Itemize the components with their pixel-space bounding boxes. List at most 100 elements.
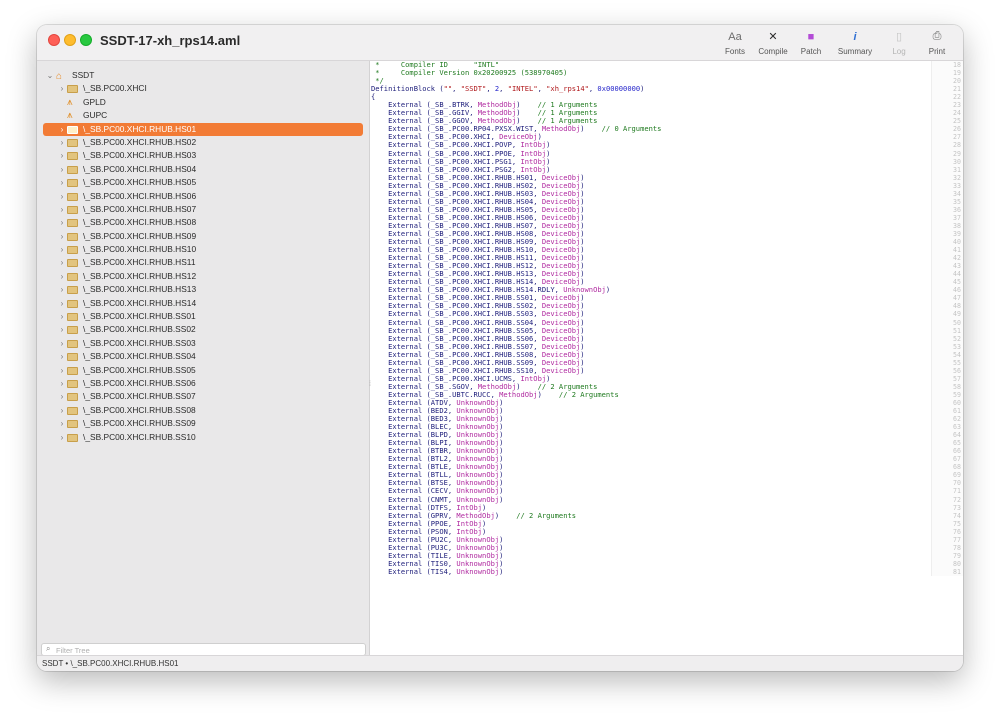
toolbar-log-button[interactable]: ▯ Log [881, 28, 917, 56]
minimize-window-button[interactable] [64, 34, 76, 46]
tree-item[interactable]: › \_SB.PC00.XHCI.RHUB.SS09 [37, 417, 370, 430]
toolbar-print-button[interactable]: ⎙ Print [919, 28, 955, 56]
tree-item[interactable]: ⩚ GPLD [37, 96, 370, 109]
tree-item[interactable]: › \_SB.PC00.XHCI.RHUB.SS04 [37, 350, 370, 363]
tree-item-label: \_SB.PC00.XHCI.RHUB.HS10 [83, 244, 197, 255]
tree-item[interactable]: › \_SB.PC00.XHCI.RHUB.HS04 [37, 163, 370, 176]
code-line[interactable]: External (TIS4, UnknownObj) [371, 566, 931, 576]
chevron-right-icon[interactable]: › [58, 216, 66, 229]
tree-item[interactable]: › \_SB.PC00.XHCI.RHUB.HS12 [37, 270, 370, 283]
code-text[interactable]: * Compiler ID "INTL" * Compiler Version … [371, 61, 931, 576]
tree-item-label: \_SB.PC00.XHCI.RHUB.HS05 [83, 177, 197, 188]
line-number: 76 [953, 527, 961, 536]
code-line[interactable]: * Compiler Version 0x20200925 (538970405… [371, 69, 931, 77]
tree-item-label: \_SB.PC00.XHCI.RHUB.SS02 [83, 324, 196, 335]
tree-item[interactable]: › \_SB.PC00.XHCI.RHUB.HS09 [37, 230, 370, 243]
chevron-right-icon[interactable]: › [58, 270, 66, 283]
tree-item[interactable]: › \_SB.PC00.XHCI.RHUB.SS02 [37, 323, 370, 336]
tree-item[interactable]: › \_SB.PC00.XHCI.RHUB.SS08 [37, 404, 370, 417]
chevron-right-icon[interactable]: › [58, 190, 66, 203]
device-folder-icon [67, 379, 78, 388]
chevron-right-icon[interactable]: › [58, 350, 66, 363]
line-number: 25 [953, 117, 961, 126]
chevron-right-icon[interactable]: › [58, 431, 66, 444]
chevron-right-icon[interactable]: › [58, 82, 66, 95]
close-window-button[interactable] [48, 34, 60, 46]
tree-item-label: GUPC [83, 110, 108, 121]
line-number: 57 [953, 374, 961, 383]
chevron-right-icon[interactable]: › [58, 149, 66, 162]
tree-item[interactable]: › \_SB.PC00.XHCI.RHUB.SS05 [37, 364, 370, 377]
tree-item-label: \_SB.PC00.XHCI.RHUB.SS08 [83, 404, 196, 415]
tree-item[interactable]: › \_SB.PC00.XHCI.RHUB.SS07 [37, 390, 370, 403]
code-token: ) [580, 365, 585, 375]
outline-tree[interactable]: ⌄ ⌂ SSDT › \_SB.PC00.XHCI ⩚ GPLD ⩚ GUPC › \_SB.… [37, 69, 370, 444]
tree-item[interactable]: › \_SB.PC00.XHCI.RHUB.HS05 [37, 176, 370, 189]
line-number: 55 [953, 358, 961, 367]
tree-item[interactable]: › \_SB.PC00.XHCI.RHUB.HS13 [37, 283, 370, 296]
zoom-window-button[interactable] [80, 34, 92, 46]
line-number: 61 [953, 407, 961, 416]
line-number: 22 [953, 93, 961, 102]
tree-item-selected[interactable]: › \_SB.PC00.XHCI.RHUB.HS01 [43, 122, 363, 136]
tree-item[interactable]: › \_SB.PC00.XHCI.RHUB.HS14 [37, 297, 370, 310]
chevron-right-icon[interactable]: › [58, 203, 66, 216]
chevron-right-icon[interactable]: › [58, 256, 66, 269]
code-token: // 2 Arguments [558, 389, 619, 399]
code-editor[interactable]: * Compiler ID "INTL" * Compiler Version … [371, 61, 963, 655]
status-path: SSDT • \_SB.PC00.XHCI.RHUB.HS01 [42, 659, 179, 668]
device-folder-icon [67, 165, 78, 174]
chevron-right-icon[interactable]: › [58, 323, 66, 336]
tree-item[interactable]: › \_SB.PC00.XHCI.RHUB.HS07 [37, 203, 370, 216]
chevron-right-icon[interactable]: › [58, 123, 66, 136]
tree-item-label: \_SB.PC00.XHCI.RHUB.SS03 [83, 337, 196, 348]
toolbar-patch-button[interactable]: ■ Patch [793, 28, 829, 57]
tree-item[interactable]: › \_SB.PC00.XHCI.RHUB.SS10 [37, 431, 370, 444]
code-token: "INTEL" [507, 84, 538, 94]
chevron-right-icon[interactable]: › [58, 337, 66, 350]
tree-item-label: \_SB.PC00.XHCI.RHUB.HS08 [83, 217, 197, 228]
chevron-right-icon[interactable]: › [58, 364, 66, 377]
code-token: UnknownObj [456, 566, 500, 576]
chevron-right-icon[interactable]: › [58, 230, 66, 243]
tree-item-label: \_SB.PC00.XHCI.RHUB.HS01 [83, 123, 197, 134]
chevron-right-icon[interactable]: › [58, 417, 66, 430]
tree-item[interactable]: › \_SB.PC00.XHCI.RHUB.HS10 [37, 243, 370, 256]
line-number: 34 [953, 189, 961, 198]
toolbar-label: Print [928, 47, 946, 56]
tree-item[interactable]: › \_SB.PC00.XHCI [37, 82, 370, 95]
chevron-right-icon[interactable]: › [58, 163, 66, 176]
tree-root-ssdt[interactable]: ⌄ ⌂ SSDT [37, 69, 370, 82]
toolbar-summary-button[interactable]: i Summary [831, 28, 879, 57]
tree-item[interactable]: ⩚ GUPC [37, 109, 370, 122]
tree-item[interactable]: › \_SB.PC00.XHCI.RHUB.HS02 [37, 136, 370, 149]
code-token: * Compiler Version 0x20200925 (538970405… [371, 68, 568, 78]
chevron-right-icon[interactable]: › [58, 404, 66, 417]
tree-item-label: \_SB.PC00.XHCI.RHUB.SS09 [83, 418, 196, 429]
chevron-right-icon[interactable]: › [58, 390, 66, 403]
tree-item[interactable]: › \_SB.PC00.XHCI.RHUB.HS06 [37, 190, 370, 203]
filter-tree-input[interactable] [56, 645, 356, 655]
tree-item[interactable]: › \_SB.PC00.XHCI.RHUB.SS01 [37, 310, 370, 323]
chevron-right-icon[interactable]: › [58, 136, 66, 149]
chevron-right-icon[interactable]: › [58, 243, 66, 256]
tree-item[interactable]: › \_SB.PC00.XHCI.RHUB.HS03 [37, 149, 370, 162]
toolbar-fonts-button[interactable]: Aa Fonts [717, 28, 753, 57]
line-number: 27 [953, 133, 961, 142]
chevron-right-icon[interactable]: › [58, 283, 66, 296]
tree-item[interactable]: › \_SB.PC00.XHCI.RHUB.HS08 [37, 216, 370, 229]
fonts-icon: Aa [728, 30, 742, 43]
chevron-right-icon[interactable]: › [58, 297, 66, 310]
chevron-right-icon[interactable]: › [58, 310, 66, 323]
code-line[interactable]: DefinitionBlock ("", "SSDT", 2, "INTEL",… [371, 85, 931, 93]
tree-item[interactable]: › \_SB.PC00.XHCI.RHUB.SS03 [37, 337, 370, 350]
toolbar-compile-button[interactable]: ✕ Compile [755, 28, 791, 56]
tree-item[interactable]: › \_SB.PC00.XHCI.RHUB.SS06 [37, 377, 370, 390]
chevron-right-icon[interactable]: › [58, 176, 66, 189]
device-folder-icon [67, 366, 78, 375]
tree-item[interactable]: › \_SB.PC00.XHCI.RHUB.HS11 [37, 256, 370, 269]
code-token: // 0 Arguments [601, 124, 662, 134]
chevron-right-icon[interactable]: › [58, 377, 66, 390]
chevron-down-icon[interactable]: ⌄ [46, 69, 54, 82]
line-number: 80 [953, 559, 961, 568]
